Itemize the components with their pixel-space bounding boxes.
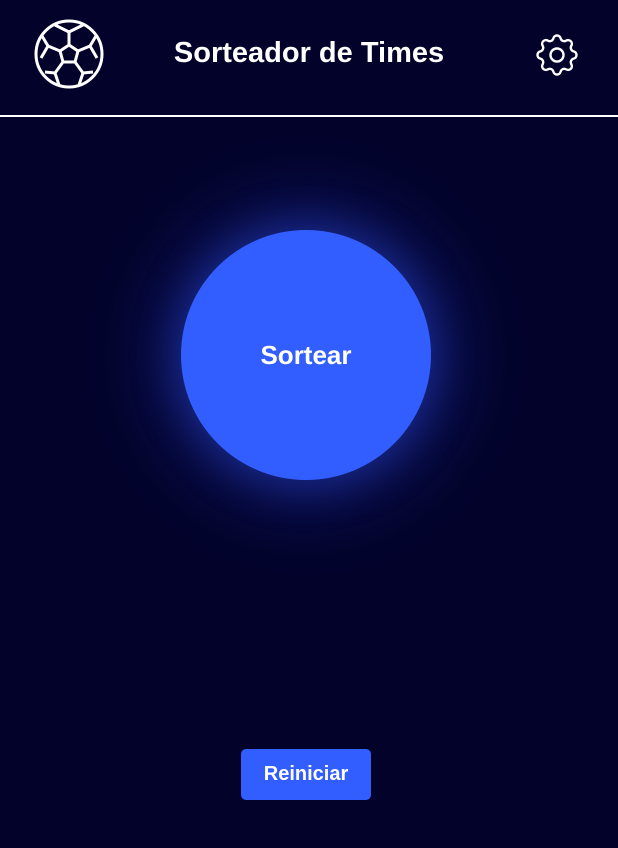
app-container: Sorteador de Times Sortear Reiniciar bbox=[0, 0, 618, 848]
app-header: Sorteador de Times bbox=[0, 0, 618, 117]
reset-button[interactable]: Reiniciar bbox=[241, 749, 371, 800]
app-title: Sorteador de Times bbox=[173, 37, 445, 69]
draw-button[interactable]: Sortear bbox=[181, 230, 431, 480]
gear-icon[interactable] bbox=[531, 29, 583, 81]
